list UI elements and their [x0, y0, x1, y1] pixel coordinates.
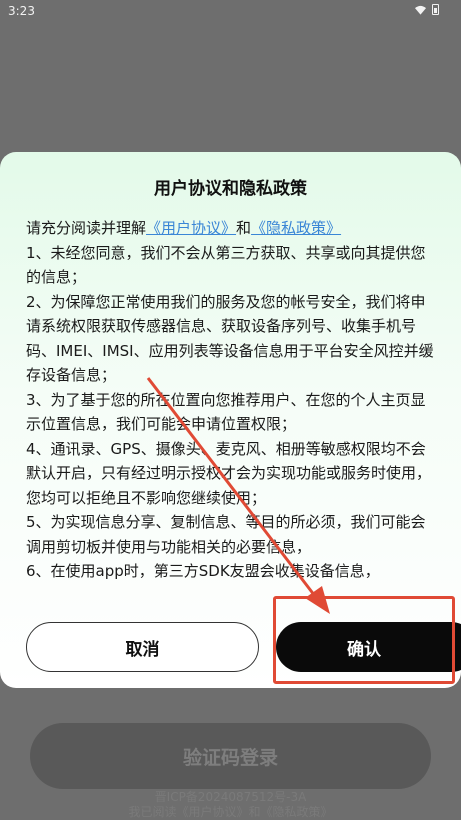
icp-record-text: 晋ICP备2024087512号-3A — [154, 790, 307, 804]
user-agreement-link[interactable]: 《用户协议》 — [146, 219, 236, 237]
policy-item-1: 1、未经您同意，我们不会从第三方获取、共享或向其提供您的信息； — [26, 243, 426, 287]
status-bar: 3:23 — [0, 0, 461, 22]
intro-prefix: 请充分阅读并理解 — [26, 219, 147, 237]
privacy-policy-link[interactable]: 《隐私政策》 — [251, 219, 341, 237]
dialog-body: 请充分阅读并理解《用户协议》和《隐私政策》 1、未经您同意，我们不会从第三方获取… — [26, 216, 440, 650]
policy-item-6: 6、在使用app时，第三方SDK友盟会收集设备信息， — [26, 562, 380, 580]
status-icons — [415, 4, 439, 15]
wifi-icon — [415, 5, 426, 15]
intro-line: 请充分阅读并理解《用户协议》和《隐私政策》 — [26, 216, 440, 241]
confirm-highlight-box — [273, 596, 455, 684]
sms-login-button[interactable]: 验证码登录 — [30, 723, 431, 789]
dialog-title: 用户协议和隐私政策 — [154, 179, 307, 199]
login-agreement-text: 我已阅读《用户协议》和《隐私政策》 — [128, 805, 333, 819]
policy-item-5: 5、为实现信息分享、复制信息、等目的所必须，我们可能会调用剪切板并使用与功能相关… — [26, 513, 426, 556]
policy-item-4: 4、通讯录、GPS、摄像头、麦克风、相册等敏感权限均不会默认开启，只有经过明示授… — [26, 439, 432, 507]
intro-and: 和 — [236, 219, 252, 237]
policy-item-2: 2、为保障您正常使用我们的服务及您的帐号安全，我们将申请系统权限获取传感器信息、… — [26, 292, 434, 385]
status-time: 3:23 — [8, 4, 35, 18]
battery-icon — [432, 4, 439, 15]
cancel-button[interactable]: 取消 — [26, 622, 259, 672]
policy-item-3: 3、为了基于您的所在位置向您推荐用户、在您的个人主页显示位置信息，我们可能会申请… — [26, 390, 426, 434]
